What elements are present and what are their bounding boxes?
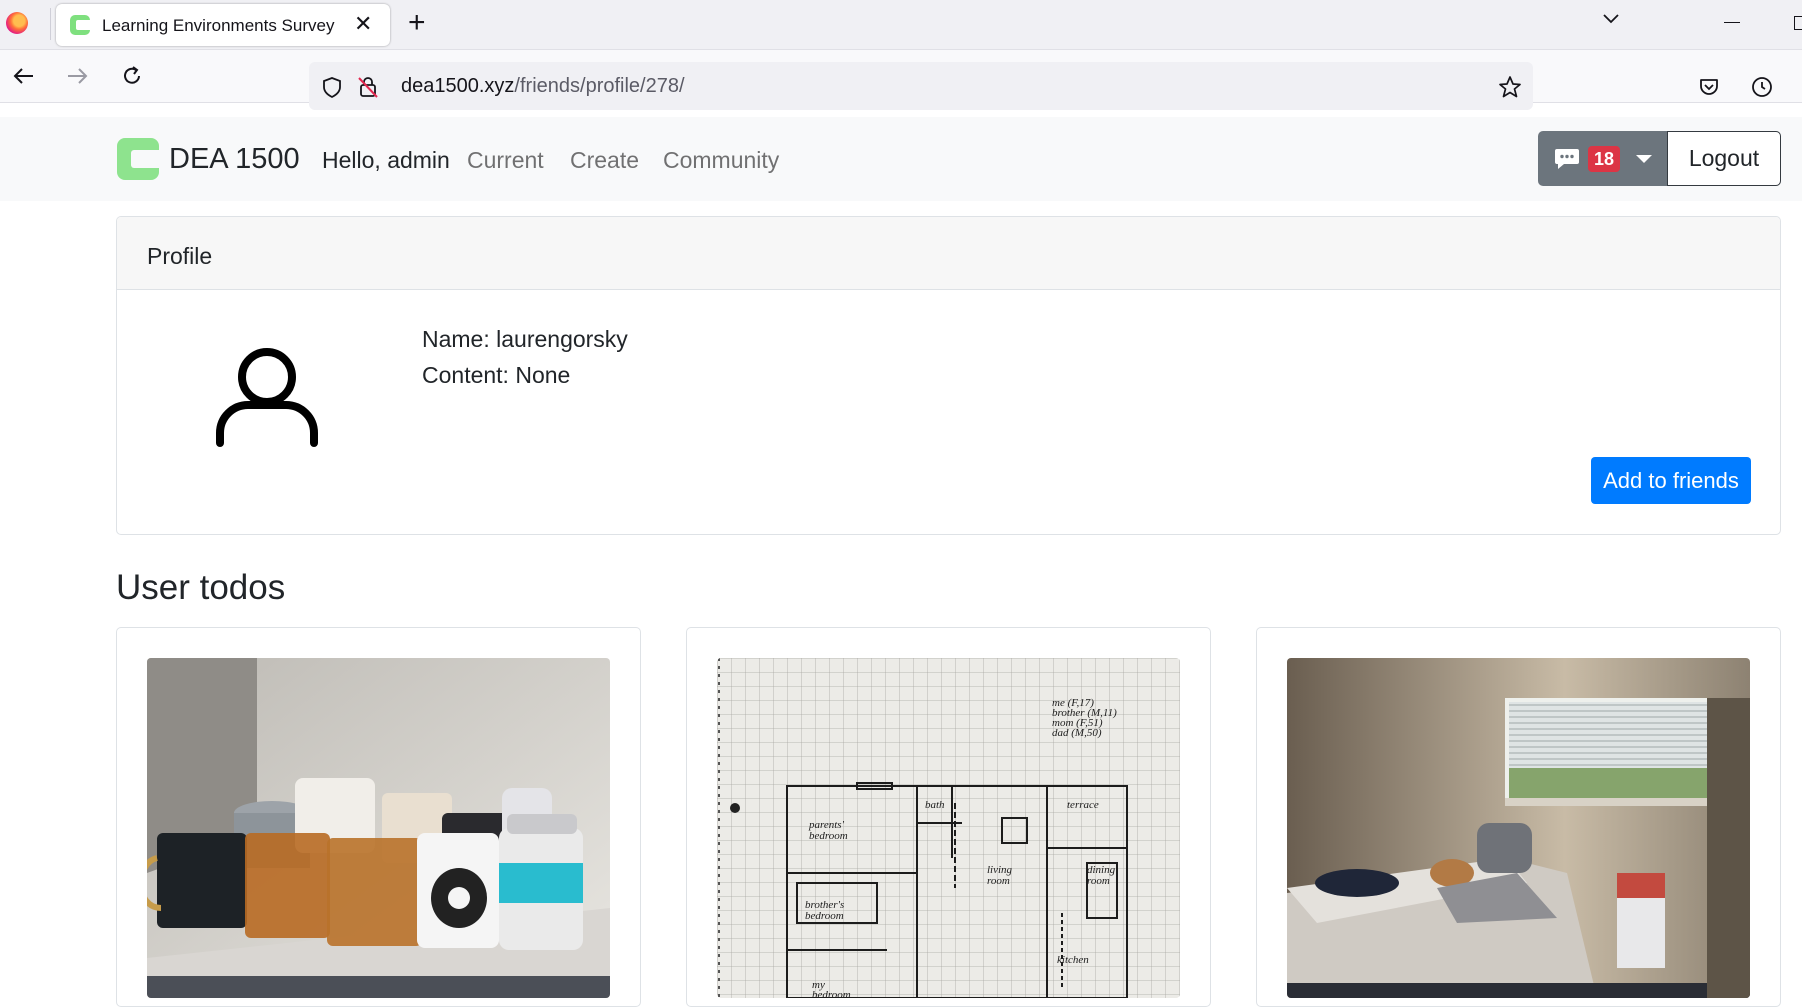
profile-content: Content: None [422, 362, 571, 388]
window-minimize-icon[interactable] [1724, 22, 1740, 23]
url-domain: dea1500.xyz [401, 75, 515, 97]
url-text[interactable]: dea1500.xyz/friends/profile/278/ [401, 75, 685, 98]
window-restore-icon[interactable] [1794, 16, 1802, 30]
todo-card[interactable]: me (F,17) brother (M,11) mom (F,51) dad … [686, 627, 1211, 1007]
svg-text:bedroom: bedroom [805, 910, 844, 922]
tracking-protection-shield-icon[interactable] [320, 75, 344, 99]
add-to-friends-button[interactable]: Add to friends [1591, 457, 1751, 504]
svg-text:dad (M,50): dad (M,50) [1052, 727, 1102, 739]
address-bar[interactable]: dea1500.xyz/friends/profile/278/ [309, 62, 1533, 110]
caret-down-icon [1636, 155, 1652, 163]
messages-count-badge: 18 [1588, 146, 1620, 172]
nav-link-create[interactable]: Create [570, 147, 639, 174]
floor-plan-sketch-photo[interactable]: me (F,17) brother (M,11) mom (F,51) dad … [717, 658, 1180, 998]
greeting-text: Hello, admin [322, 147, 450, 173]
reload-icon[interactable] [119, 63, 145, 89]
forward-arrow-icon[interactable] [64, 63, 90, 89]
messages-dropdown-button[interactable]: 18 [1538, 131, 1667, 186]
svg-text:room: room [1087, 875, 1110, 887]
browser-tab-active[interactable]: Learning Environments Survey ✕ [56, 4, 390, 46]
chat-bubble-icon [1555, 149, 1579, 169]
url-path: /friends/profile/278/ [514, 75, 685, 97]
svg-text:bath: bath [925, 799, 945, 811]
profile-card-header: Profile [117, 217, 1780, 290]
back-arrow-icon[interactable] [11, 63, 37, 89]
profile-header-title: Profile [147, 243, 213, 269]
tab-list-chevron-icon[interactable] [1602, 10, 1620, 28]
bookmark-star-icon[interactable] [1498, 75, 1522, 99]
tab-close-icon[interactable]: ✕ [354, 12, 372, 36]
user-todos-heading: User todos [116, 568, 286, 607]
tab-title: Learning Environments Survey [102, 16, 335, 35]
firefox-logo-icon[interactable] [6, 12, 28, 34]
nav-link-community[interactable]: Community [663, 147, 779, 174]
svg-text:bedroom: bedroom [809, 830, 848, 842]
todo-card[interactable] [1256, 627, 1781, 1007]
todo-card[interactable] [116, 627, 641, 1007]
profile-name: Name: laurengorsky [422, 326, 628, 352]
svg-text:terrace: terrace [1067, 799, 1099, 811]
profile-card: Profile Name: laurengorsky Content: None… [116, 216, 1781, 535]
nav-link-current[interactable]: Current [467, 147, 544, 174]
svg-text:bedroom: bedroom [812, 989, 851, 998]
logout-button[interactable]: Logout [1667, 131, 1781, 186]
site-favicon-icon [70, 15, 90, 35]
brand-logo-icon[interactable] [117, 138, 159, 180]
browser-tab-bar: Learning Environments Survey ✕ + [0, 0, 1802, 50]
brand-name[interactable]: DEA 1500 [169, 143, 300, 176]
user-avatar-icon [216, 348, 318, 447]
new-tab-button[interactable]: + [408, 6, 426, 40]
bedroom-photo[interactable] [1287, 658, 1750, 998]
tab-separator [50, 8, 51, 40]
mugs-on-shelf-photo[interactable] [147, 658, 610, 998]
svg-text:room: room [987, 875, 1010, 887]
history-clock-icon[interactable] [1750, 75, 1774, 99]
insecure-lock-icon[interactable] [356, 75, 380, 99]
svg-text:kitchen: kitchen [1057, 954, 1089, 966]
pocket-icon[interactable] [1697, 75, 1721, 99]
